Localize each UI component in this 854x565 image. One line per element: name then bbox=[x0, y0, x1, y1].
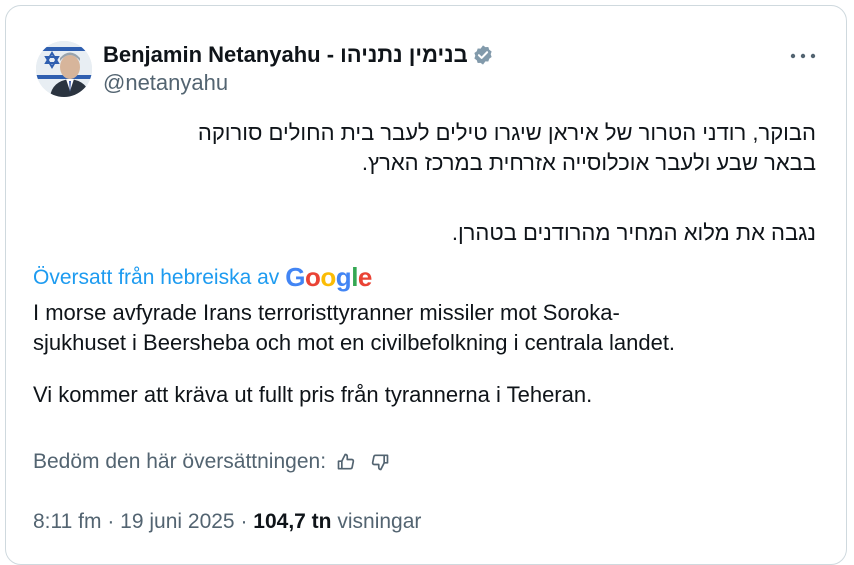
avatar[interactable] bbox=[36, 41, 92, 97]
thumbs-up-icon[interactable] bbox=[332, 450, 360, 474]
tweet-date: 19 juni 2025 bbox=[120, 510, 235, 533]
meta-separator: · bbox=[107, 510, 115, 533]
translation-line: Vi kommer att kräva ut fullt pris från t… bbox=[33, 382, 593, 407]
translation-line: sjukhuset i Beersheba och mot en civilbe… bbox=[33, 330, 676, 355]
views-count: 104,7 tn bbox=[253, 510, 332, 533]
tweet-metadata: 8:11 fm · 19 juni 2025 · 104,7 tn visnin… bbox=[33, 510, 421, 534]
author-name-row[interactable]: Benjamin Netanyahu - בנימין נתניהו bbox=[103, 42, 494, 68]
thumbs-down-icon[interactable] bbox=[366, 450, 394, 474]
rate-translation-label: Bedöm den här översättningen: bbox=[33, 450, 327, 473]
tweet-card: Benjamin Netanyahu - בנימין נתניהו @neta… bbox=[5, 5, 847, 565]
translation-attribution-link[interactable]: Översatt från hebreiska av Google bbox=[33, 262, 372, 293]
meta-separator: · bbox=[240, 510, 248, 533]
google-logo: Google bbox=[285, 262, 372, 292]
translation-attribution-label: Översatt från hebreiska av bbox=[33, 265, 280, 289]
rate-translation-row: Bedöm den här översättningen: bbox=[33, 450, 394, 474]
more-options-icon[interactable] bbox=[788, 44, 818, 68]
tweet-hebrew-line: בבאר שבע ולעבר אוכלוסייה אזרחית במרכז הא… bbox=[361, 150, 816, 175]
verified-badge-icon bbox=[472, 44, 494, 66]
avatar-photo bbox=[36, 41, 92, 97]
author-handle[interactable]: @netanyahu bbox=[103, 70, 228, 96]
tweet-hebrew-line: נגבה את מלוא המחיר מהרודנים בטהרן. bbox=[451, 220, 816, 245]
tweet-time-link[interactable]: 8:11 fm · 19 juni 2025 bbox=[33, 510, 235, 533]
tweet-hebrew-line: הבוקר, רודני הטרור של איראן שיגרו טילים … bbox=[197, 120, 816, 145]
tweet-time: 8:11 fm bbox=[33, 510, 102, 533]
author-display-name[interactable]: Benjamin Netanyahu - בנימין נתניהו bbox=[103, 42, 468, 68]
views-label: visningar bbox=[337, 510, 422, 533]
translation-line: I morse avfyrade Irans terroristtyranner… bbox=[33, 300, 620, 325]
